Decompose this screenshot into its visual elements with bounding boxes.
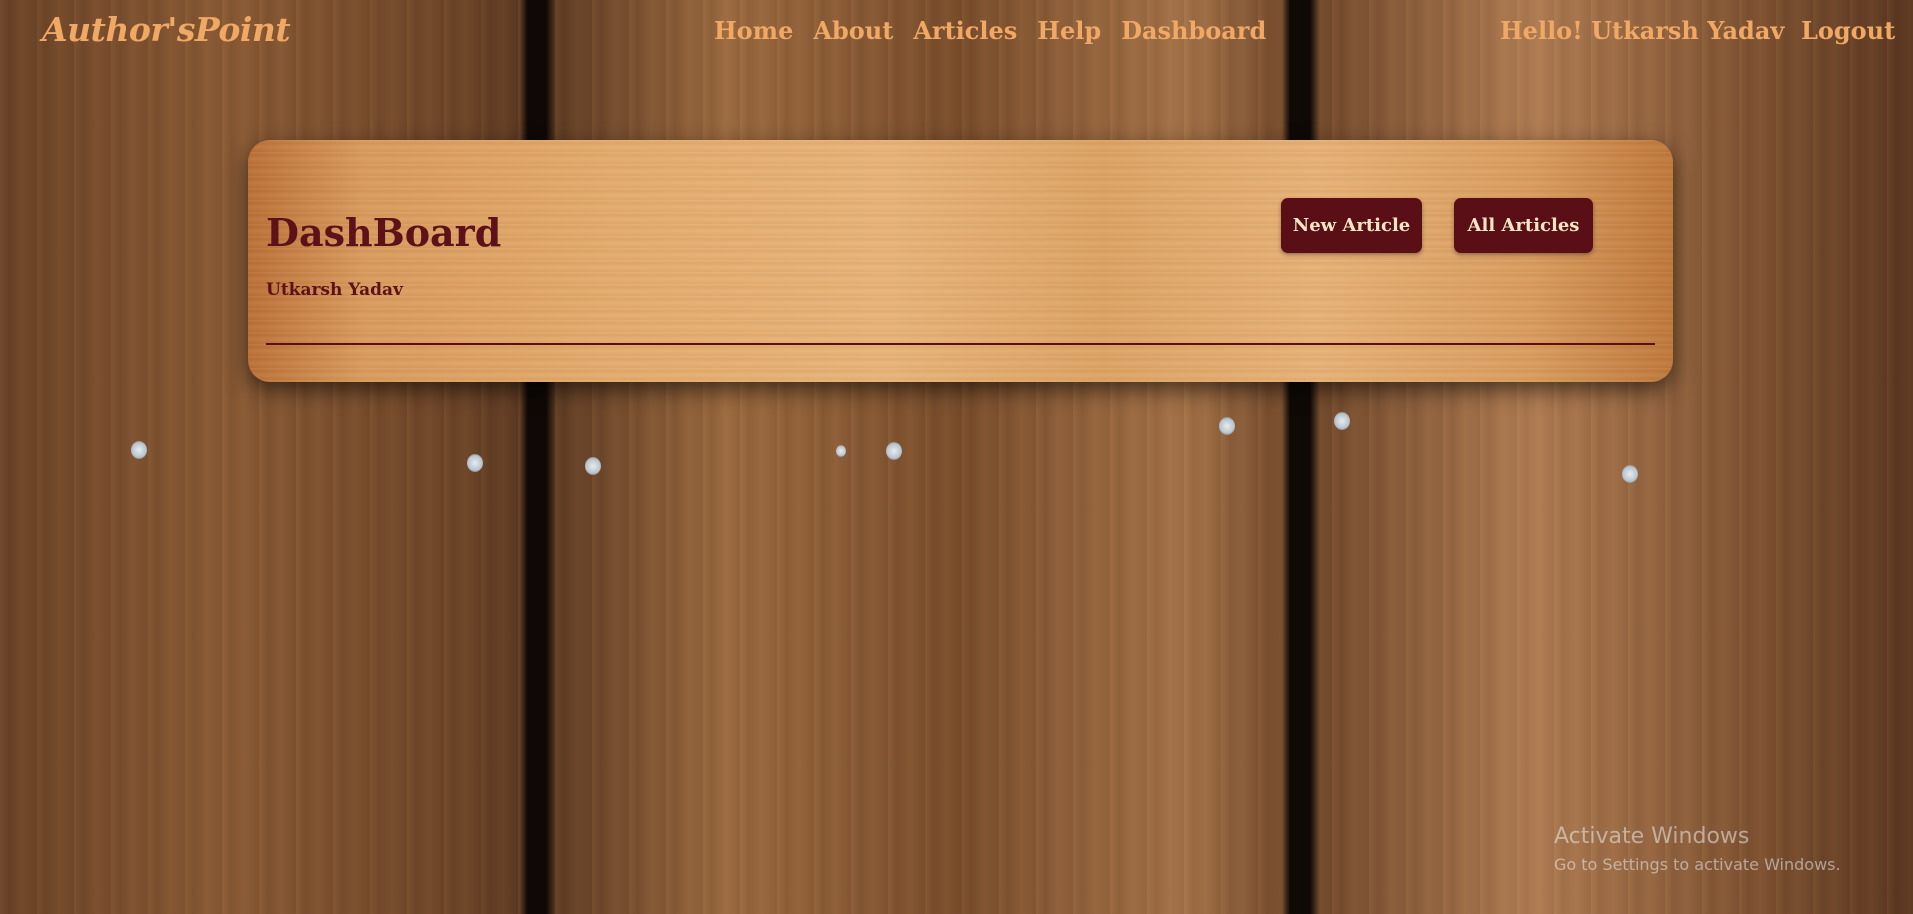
wood-knot [1622,465,1638,483]
user-greeting: Hello! Utkarsh Yadav [1500,16,1785,45]
wood-knot [886,442,902,460]
wood-knot [1219,417,1235,435]
nav-help-link[interactable]: Help [1037,16,1101,45]
wood-knot [1334,412,1350,430]
author-name: Utkarsh Yadav [266,280,403,300]
wood-knot [585,457,601,475]
logout-link[interactable]: Logout [1801,16,1895,45]
main-nav: Home About Articles Help Dashboard [714,16,1266,45]
watermark-title: Activate Windows [1554,824,1750,849]
wood-knot [131,441,147,459]
nav-dashboard-link[interactable]: Dashboard [1121,16,1266,45]
top-navbar: Author'sPoint Home About Articles Help D… [0,0,1913,66]
wood-knot [836,445,846,457]
divider [266,343,1655,345]
new-article-button[interactable]: New Article [1281,198,1422,253]
nav-about-link[interactable]: About [813,16,893,45]
all-articles-button[interactable]: All Articles [1454,198,1593,253]
site-logo[interactable]: Author'sPoint [42,10,291,49]
nav-articles-link[interactable]: Articles [913,16,1017,45]
dashboard-card: DashBoard Utkarsh Yadav New Article All … [248,140,1673,382]
page-title: DashBoard [266,210,502,255]
watermark-subtitle: Go to Settings to activate Windows. [1554,855,1841,874]
nav-home-link[interactable]: Home [714,16,793,45]
wood-knot [467,454,483,472]
windows-activation-watermark: Activate Windows Go to Settings to activ… [1554,824,1841,874]
